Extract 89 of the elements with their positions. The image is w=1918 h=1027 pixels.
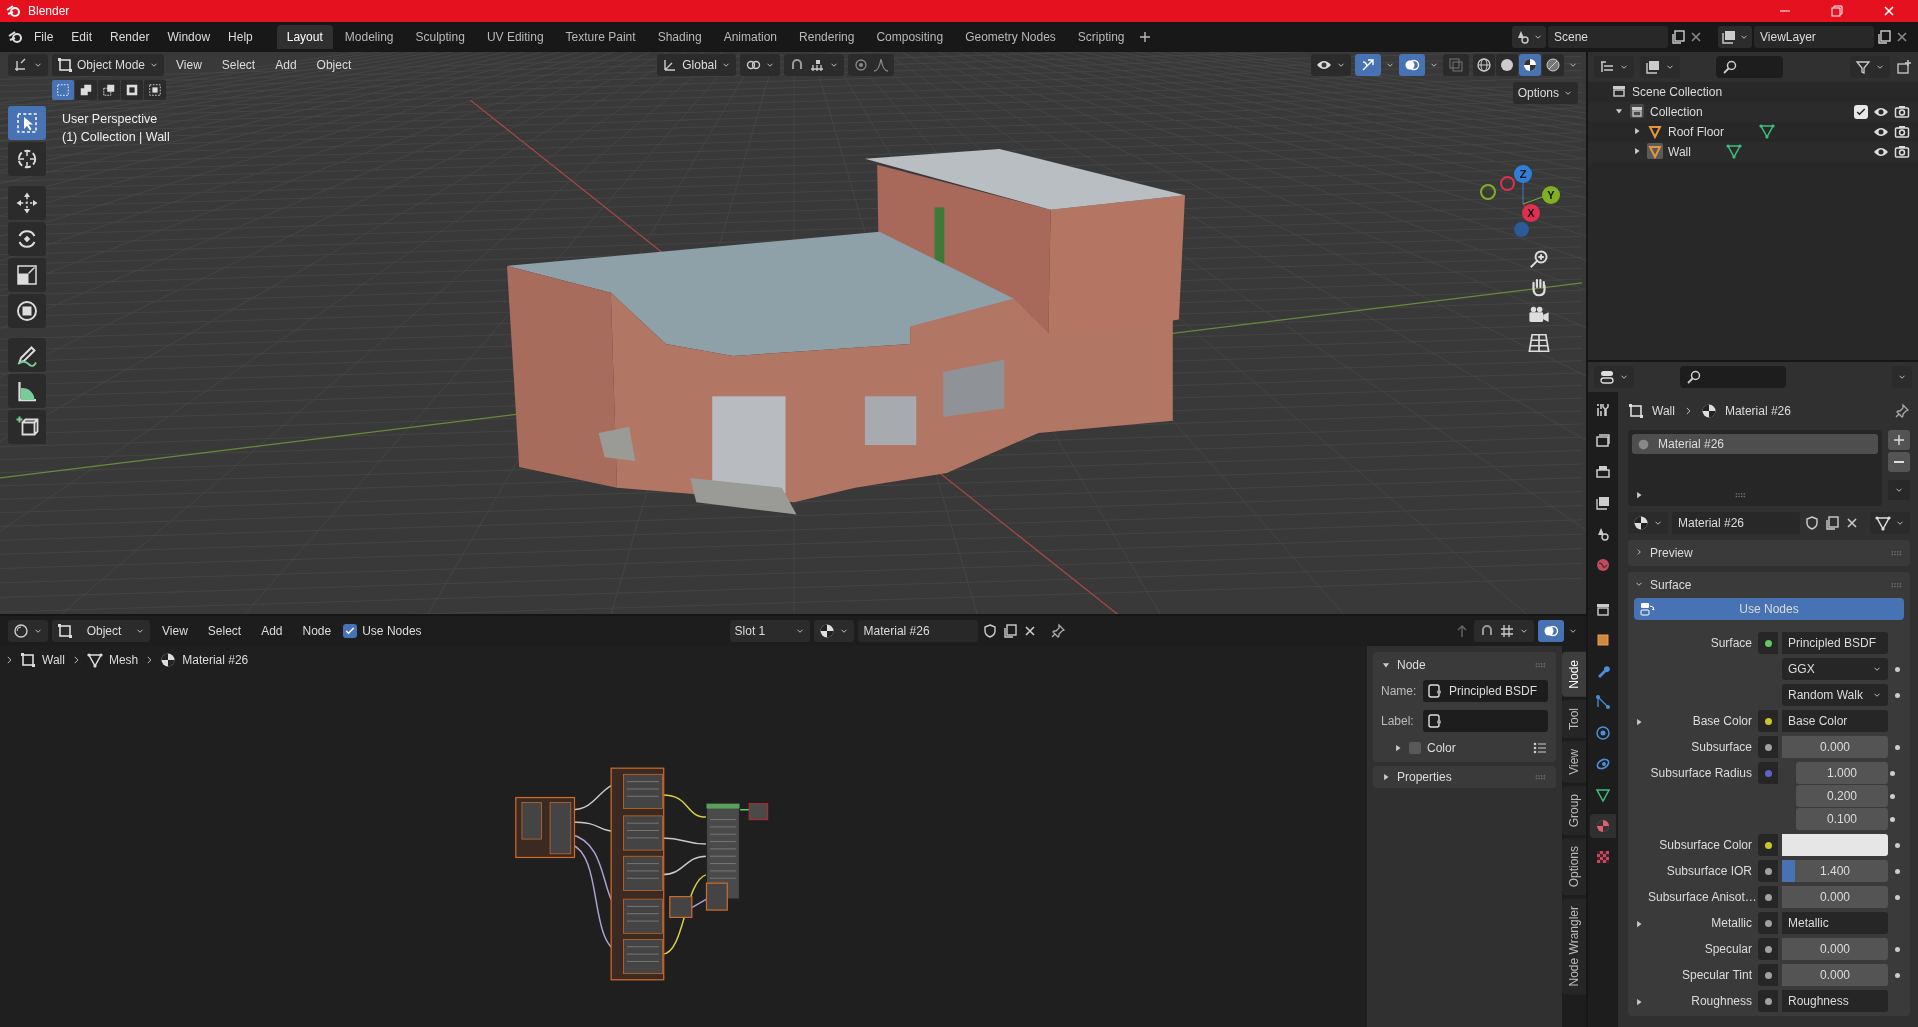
view-layer-name-field[interactable]: ViewLayer [1754,26,1874,48]
viewport-info-text: User Perspective [62,112,159,126]
menu-item[interactable]: Help [220,27,261,47]
workspace-tab[interactable]: Shading [647,25,712,49]
menu-item[interactable]: Node [294,621,340,641]
material-name-field[interactable]: Material #26 [1672,512,1800,534]
number-field[interactable]: 1.400 [1782,860,1888,882]
breadcrumb-item: Wall [42,653,65,667]
material-slot[interactable]: Material #26 [1632,434,1878,454]
use-nodes-checkbox[interactable]: Use Nodes [343,624,422,638]
property-label: Subsurface Radius [1649,765,1753,782]
breadcrumb-item: Material #26 [182,653,249,667]
number-field[interactable]: 0.200 [1796,785,1888,807]
window-title: Blender [28,4,70,18]
number-field[interactable]: 0.000 [1782,886,1888,908]
number-field[interactable]: 0.000 [1782,964,1888,986]
shader-type-dropdown[interactable]: Object [52,620,150,642]
menu-item[interactable]: View [168,55,210,75]
axis-label[interactable]: Y [1542,186,1560,204]
property-label: Subsurface Anisot… [1648,889,1756,906]
workspace-tab[interactable]: Animation [713,25,788,49]
workspace-tab[interactable]: Sculpting [405,25,475,49]
panel-title[interactable]: Node [1397,658,1528,672]
linked-input-field[interactable]: Roughness [1782,990,1888,1012]
sidebar-tab[interactable]: Options [1562,837,1586,896]
property-label: Surface [1709,635,1753,652]
field-label: Label: [1381,714,1415,728]
viewport-info-text: (1) Collection | Wall [62,130,170,144]
menu-item[interactable]: Select [213,55,264,75]
material-name-field[interactable]: Material #26 [857,620,978,642]
menu-item[interactable]: Add [253,621,291,641]
property-label: Specular [1703,941,1753,958]
breadcrumb-item: Wall [1652,404,1675,418]
breadcrumb-item: Mesh [108,653,139,667]
dropdown[interactable]: GGX [1782,658,1888,680]
sidebar-tab[interactable]: Group [1562,785,1586,835]
workspace-tab[interactable]: UV Editing [476,25,554,49]
menu-item[interactable]: File [26,27,62,47]
menu-item[interactable]: Add [267,55,305,75]
node-name-field[interactable]: Principled BSDF [1423,680,1548,702]
sidebar-tab[interactable]: Tool [1562,699,1586,738]
workspace-tab[interactable]: Texture Paint [555,25,646,49]
sidebar-tab[interactable]: View [1562,740,1586,783]
slot-dropdown[interactable]: Slot 1 [729,620,810,642]
linked-input-field[interactable]: Principled BSDF [1782,632,1888,654]
outliner-item-label[interactable]: Roof Floor [1668,125,1725,139]
subpanel-title[interactable]: Color [1427,741,1526,755]
axis-label[interactable]: X [1522,204,1540,222]
number-field[interactable]: 1.000 [1796,762,1888,784]
workspace-tab[interactable]: Geometry Nodes [955,25,1066,49]
dropdown[interactable]: Random Walk [1782,684,1888,706]
number-field[interactable]: 0.100 [1796,808,1888,830]
menu-item[interactable]: Edit [63,27,101,47]
outliner-item-label[interactable]: Wall [1668,145,1691,159]
menu-item[interactable]: Window [159,27,219,47]
use-nodes-button[interactable]: Use Nodes [1634,598,1904,620]
options-dropdown[interactable]: Options [1512,82,1578,104]
workspace-tab[interactable]: Compositing [866,25,954,49]
property-label: Subsurface IOR [1665,863,1753,880]
property-label: Metallic [1710,915,1753,932]
outliner-item-label[interactable]: Scene Collection [1632,85,1723,99]
menu-item[interactable]: Render [102,27,158,47]
menu-item[interactable]: View [154,621,196,641]
outliner-item-label[interactable]: Collection [1650,105,1703,119]
number-field[interactable]: 0.000 [1782,938,1888,960]
property-label: Roughness [1690,993,1753,1010]
breadcrumb-item: Material #26 [1724,404,1791,418]
mode-dropdown[interactable]: Object Mode [52,54,165,76]
workspace-tab[interactable]: Modeling [334,25,404,49]
sidebar-tab[interactable]: Node [1562,652,1586,697]
navigation-gizmo[interactable]: Z Y X [1476,160,1566,240]
workspace-tab[interactable]: Rendering [789,25,865,49]
property-label: Subsurface [1690,739,1753,756]
menu-item[interactable]: Object [308,55,360,75]
panel-title[interactable]: Surface [1650,578,1884,592]
axis-label[interactable]: Z [1514,165,1532,183]
number-field[interactable]: 0.000 [1782,736,1888,758]
orientation-dropdown[interactable]: Global [657,54,736,76]
property-label: Base Color [1691,713,1753,730]
scene-name-field[interactable]: Scene [1548,26,1668,48]
property-label: Specular Tint [1680,967,1753,984]
menu-item[interactable]: Select [199,621,250,641]
linked-input-field[interactable]: Base Color [1782,710,1888,732]
linked-input-field[interactable]: Metallic [1782,912,1888,934]
sidebar-tab[interactable]: Node Wrangler [1562,898,1586,995]
field-label: Name: [1381,684,1417,698]
workspace-tab[interactable]: Layout [276,25,333,49]
workspace-tab[interactable]: Scripting [1067,25,1135,49]
property-label: Subsurface Color [1658,837,1753,854]
